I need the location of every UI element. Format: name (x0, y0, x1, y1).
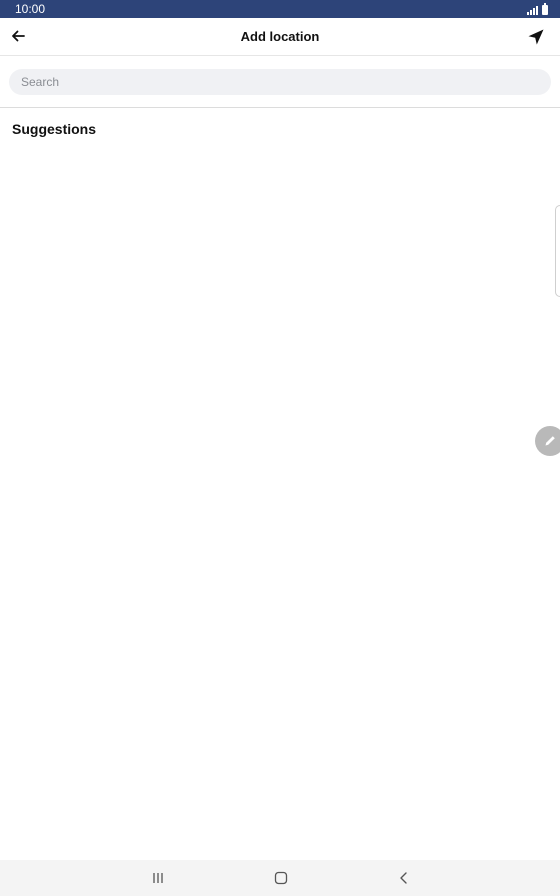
side-panel-handle[interactable] (555, 205, 560, 297)
page-title: Add location (240, 29, 320, 44)
signal-icon (527, 6, 538, 15)
pencil-icon (545, 436, 555, 446)
search-input[interactable] (9, 69, 551, 95)
home-icon (274, 871, 288, 885)
system-back-button[interactable] (392, 868, 416, 888)
back-chevron-icon (400, 872, 407, 884)
app-bar: Add location (0, 18, 560, 56)
home-button[interactable] (269, 868, 293, 888)
edit-button[interactable] (535, 426, 560, 456)
search-box[interactable] (9, 69, 551, 95)
status-icons (527, 3, 548, 15)
navigation-arrow-icon (528, 29, 544, 45)
suggestions-heading: Suggestions (12, 121, 97, 137)
battery-icon (542, 3, 548, 15)
current-location-button[interactable] (524, 25, 548, 49)
recents-icon (153, 873, 163, 883)
recents-button[interactable] (146, 868, 170, 888)
divider (0, 107, 560, 108)
status-time: 10:00 (15, 2, 46, 16)
system-nav-bar (0, 860, 560, 896)
status-bar: 10:00 (0, 0, 560, 18)
